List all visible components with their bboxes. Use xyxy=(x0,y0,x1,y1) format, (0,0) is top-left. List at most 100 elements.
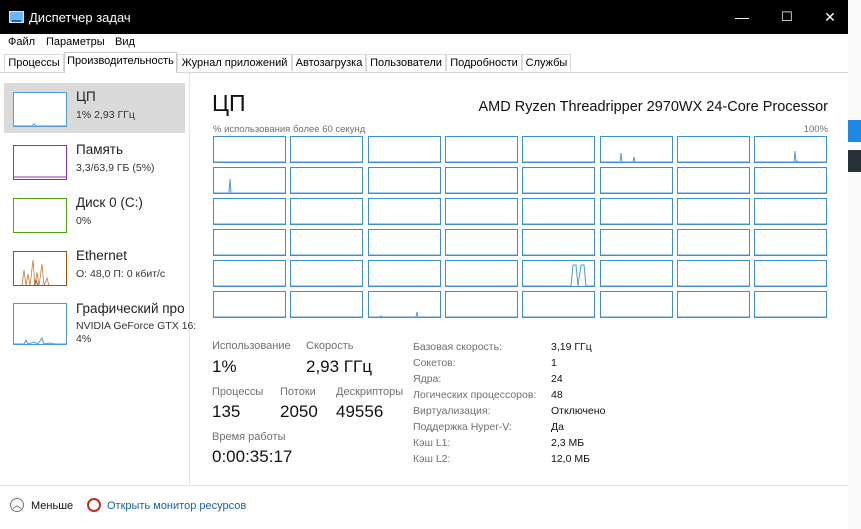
gpu-thumbnail-graph xyxy=(13,303,67,345)
logical-processor-graph xyxy=(599,198,673,225)
tab-strip: Процессы Производительность Журнал прило… xyxy=(0,52,848,73)
logical-processor-graph xyxy=(367,167,441,194)
sidebar-item-disk[interactable]: Диск 0 (C:) 0% xyxy=(4,189,185,239)
sidebar-item-detail: NVIDIA GeForce GTX 16: xyxy=(76,320,197,332)
processor-name: AMD Ryzen Threadripper 2970WX 24-Core Pr… xyxy=(478,99,829,115)
speed-value: 2,93 ГГц xyxy=(306,357,372,376)
logical-processor-graph xyxy=(522,229,596,256)
uptime-label: Время работы xyxy=(212,431,286,443)
fewer-details-button[interactable]: Меньше xyxy=(31,500,73,512)
disk-thumbnail-graph xyxy=(13,198,67,233)
logical-processor-graph xyxy=(754,260,828,287)
handles-value: 49556 xyxy=(336,402,384,421)
logical-processor-graph xyxy=(444,136,518,163)
logical-processor-graph xyxy=(444,198,518,225)
task-manager-icon xyxy=(9,11,24,23)
menu-bar: Файл Параметры Вид xyxy=(0,34,848,52)
threads-label: Потоки xyxy=(280,386,316,398)
logical-processor-graph xyxy=(290,229,364,256)
tab-processes[interactable]: Процессы xyxy=(4,54,64,71)
logical-processor-graph xyxy=(213,136,286,163)
tab-users[interactable]: Пользователи xyxy=(366,54,446,71)
logical-processor-graph xyxy=(213,291,286,318)
logical-processor-graph xyxy=(754,229,828,256)
title-bar[interactable]: Диспетчер задач — ☐ ✕ xyxy=(0,0,848,34)
info-value-sockets: 1 xyxy=(551,357,557,369)
logical-processor-graph xyxy=(599,229,673,256)
open-resource-monitor-link[interactable]: Открыть монитор ресурсов xyxy=(107,500,246,512)
logical-processor-graph xyxy=(290,260,364,287)
usage-label: Использование xyxy=(212,340,291,352)
logical-processor-graph xyxy=(290,167,364,194)
logical-processor-graph xyxy=(676,136,750,163)
info-value-base-speed: 3,19 ГГц xyxy=(551,341,592,353)
menu-options[interactable]: Параметры xyxy=(46,36,105,48)
sidebar-item-label: ЦП xyxy=(76,89,96,104)
logical-processor-graph xyxy=(676,229,750,256)
logical-processor-graph xyxy=(676,291,750,318)
logical-processor-graph xyxy=(213,198,286,225)
logical-processor-graph xyxy=(444,167,518,194)
logical-processor-graph xyxy=(754,167,828,194)
info-key-logical: Логических процессоров: xyxy=(413,389,537,401)
info-value-l1: 2,3 МБ xyxy=(551,437,585,449)
resource-monitor-icon xyxy=(87,498,101,512)
sidebar-item-usage: 4% xyxy=(76,333,92,345)
logical-processor-graph xyxy=(444,229,518,256)
logical-processor-graph xyxy=(444,291,518,318)
menu-file[interactable]: Файл xyxy=(8,36,35,48)
logical-processor-graph xyxy=(522,167,596,194)
ethernet-thumbnail-graph xyxy=(13,251,67,286)
usage-value: 1% xyxy=(212,357,237,376)
logical-processor-graph xyxy=(367,136,441,163)
sidebar-item-cpu[interactable]: ЦП 1% 2,93 ГГц xyxy=(4,83,185,133)
logical-processor-graph xyxy=(522,136,596,163)
minimize-button[interactable]: — xyxy=(720,0,764,34)
logical-processor-graph xyxy=(676,167,750,194)
logical-processor-graph xyxy=(444,260,518,287)
memory-thumbnail-graph xyxy=(13,145,67,180)
sidebar-item-detail: 3,3/63,9 ГБ (5%) xyxy=(76,162,155,174)
tab-services[interactable]: Службы xyxy=(522,54,571,71)
tab-app-history[interactable]: Журнал приложений xyxy=(177,54,292,71)
processes-value: 135 xyxy=(212,402,241,421)
speed-label: Скорость xyxy=(306,340,354,352)
processes-label: Процессы xyxy=(212,386,264,398)
tab-details[interactable]: Подробности xyxy=(446,54,522,71)
logical-processor-graph xyxy=(213,229,286,256)
sidebar-item-label: Память xyxy=(76,142,124,157)
logical-processor-graph xyxy=(599,167,673,194)
resource-sidebar: ЦП 1% 2,93 ГГц Память 3,3/63,9 ГБ (5%) Д… xyxy=(0,73,196,485)
sidebar-item-detail: 0% xyxy=(76,215,92,227)
tab-startup[interactable]: Автозагрузка xyxy=(292,54,366,71)
cpu-thumbnail-graph xyxy=(13,92,67,127)
footer-bar: ︿ Меньше Открыть монитор ресурсов xyxy=(0,485,848,529)
info-value-l2: 12,0 МБ xyxy=(551,453,590,465)
info-key-base-speed: Базовая скорость: xyxy=(413,341,502,353)
info-value-cores: 24 xyxy=(551,373,563,385)
logical-processor-graph xyxy=(599,291,673,318)
chevron-up-icon[interactable]: ︿ xyxy=(10,498,24,512)
logical-processor-graph xyxy=(290,136,364,163)
sidebar-item-ethernet[interactable]: Ethernet О: 48,0 П: 0 кбит/с xyxy=(4,242,185,292)
logical-processor-graph xyxy=(599,260,673,287)
maximize-button[interactable]: ☐ xyxy=(765,0,809,34)
info-key-l1: Кэш L1: xyxy=(413,437,451,449)
graph-max-label: 100% xyxy=(803,124,828,135)
background-window-edge xyxy=(848,0,861,529)
sidebar-item-label: Графический про xyxy=(76,301,185,316)
sidebar-item-gpu[interactable]: Графический про NVIDIA GeForce GTX 16: 4… xyxy=(4,295,196,355)
sidebar-item-memory[interactable]: Память 3,3/63,9 ГБ (5%) xyxy=(4,136,185,186)
logical-processor-graph xyxy=(213,260,286,287)
info-value-hyperv: Да xyxy=(551,421,564,433)
logical-processor-graph xyxy=(522,198,596,225)
menu-view[interactable]: Вид xyxy=(115,36,135,48)
logical-processor-graph xyxy=(676,260,750,287)
logical-processor-graph xyxy=(754,198,828,225)
tab-performance[interactable]: Производительность xyxy=(64,52,177,73)
logical-processor-graph xyxy=(367,198,441,225)
uptime-value: 0:00:35:17 xyxy=(212,447,293,466)
logical-processor-graph xyxy=(290,291,364,318)
close-button[interactable]: ✕ xyxy=(808,0,848,34)
threads-value: 2050 xyxy=(280,402,318,421)
